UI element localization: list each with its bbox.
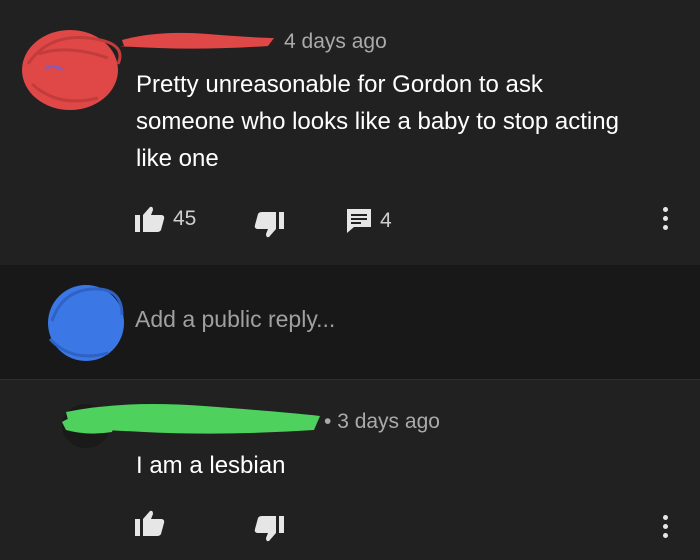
redacted-username	[120, 32, 274, 49]
like-count: 45	[173, 207, 197, 230]
reply-more-vert-icon[interactable]	[660, 515, 670, 538]
redacted-avatar	[22, 30, 122, 110]
thumbs-up-icon	[135, 510, 165, 536]
thumbs-up-icon	[135, 206, 165, 232]
reply-comment: • 3 days ago I am a lesbian	[0, 380, 700, 560]
reply-count: 4	[380, 209, 392, 232]
reply-input[interactable]: Add a public reply...	[135, 306, 335, 333]
reply-timestamp: • 3 days ago	[324, 410, 440, 433]
redacted-reply-username	[66, 404, 320, 434]
reply-text: I am a lesbian	[136, 452, 286, 479]
redacted-user-avatar	[48, 285, 124, 361]
reply-input-row: Add a public reply...	[0, 265, 700, 380]
more-vert-icon[interactable]	[660, 207, 670, 230]
comment-timestamp: 4 days ago	[284, 30, 387, 53]
comment-icon	[347, 209, 371, 233]
like-button[interactable]: 45	[135, 206, 196, 232]
thumbs-down-icon	[254, 212, 284, 238]
comment-text: Pretty unreasonable for Gordon to ask so…	[136, 66, 619, 177]
reply-like-button[interactable]	[135, 510, 165, 536]
thumbs-down-icon	[254, 516, 284, 542]
reply-timestamp-text: 3 days ago	[337, 410, 440, 433]
comment-line-2: someone who looks like a baby to stop ac…	[136, 108, 619, 135]
dislike-button[interactable]	[254, 212, 284, 238]
reply-count-button[interactable]: 4	[346, 208, 392, 234]
comment: 4 days ago Pretty unreasonable for Gordo…	[0, 0, 700, 265]
comment-line-3: like one	[136, 145, 219, 172]
reply-dislike-button[interactable]	[254, 516, 284, 542]
comment-line-1: Pretty unreasonable for Gordon to ask	[136, 71, 543, 98]
